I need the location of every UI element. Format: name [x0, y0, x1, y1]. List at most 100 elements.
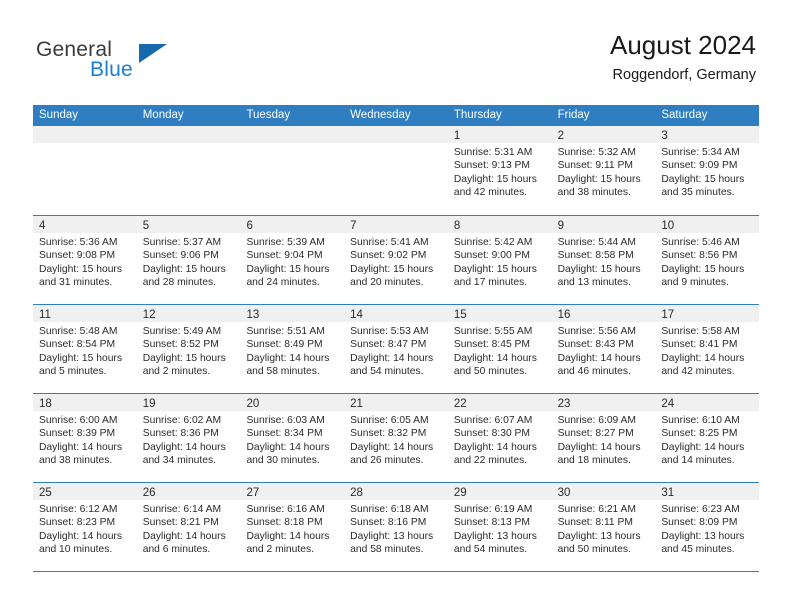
day-cell-empty — [344, 126, 448, 215]
daylight-minutes: and 9 minutes. — [661, 277, 729, 289]
day-number: 16 — [557, 309, 571, 321]
day-number-bar — [344, 126, 448, 143]
day-cell-13[interactable]: 13 Sunrise: 5:51 AM Sunset: 8:49 PM Dayligh… — [240, 305, 345, 393]
day-number-bar: 24 — [655, 394, 760, 411]
sunrise-time: Sunrise: 6:05 AM — [350, 415, 429, 426]
sunrise-time: Sunrise: 6:14 AM — [142, 504, 222, 515]
day-cell-10[interactable]: 10 Sunrise: 5:46 AM Sunset: 8:56 PM Dayligh… — [655, 216, 760, 304]
day-sun-info: Sunrise: 6:16 AM Sunset: 8:18 PM Daylight:… — [240, 500, 344, 557]
day-number-bar: 23 — [551, 394, 656, 411]
day-cell-12[interactable]: 12 Sunrise: 5:49 AM Sunset: 8:52 PM Dayligh… — [136, 305, 241, 393]
day-number: 8 — [453, 220, 461, 232]
day-number-bar — [33, 126, 137, 143]
sunset-time: Sunset: 9:11 PM — [557, 160, 633, 172]
general-blue-logo[interactable]: General Blue — [36, 38, 216, 86]
day-sun-info: Sunrise: 5:51 AM Sunset: 8:49 PM Daylight:… — [240, 322, 344, 379]
day-sun-info: Sunrise: 5:49 AM Sunset: 8:52 PM Daylight:… — [137, 322, 241, 379]
day-cell-27[interactable]: 27 Sunrise: 6:16 AM Sunset: 8:18 PM Dayligh… — [240, 483, 345, 571]
daylight-hours: Daylight: 14 hours — [39, 530, 122, 542]
sunrise-time: Sunrise: 5:32 AM — [557, 147, 637, 158]
day-cell-24[interactable]: 24 Sunrise: 6:10 AM Sunset: 8:25 PM Dayligh… — [655, 394, 760, 482]
day-sun-info: Sunrise: 6:23 AM Sunset: 8:09 PM Daylight:… — [655, 500, 759, 557]
day-cell-23[interactable]: 23 Sunrise: 6:09 AM Sunset: 8:27 PM Dayligh… — [551, 394, 656, 482]
day-number: 14 — [350, 309, 363, 321]
sunrise-time: Sunrise: 6:16 AM — [246, 504, 325, 515]
daylight-minutes: and 13 minutes. — [557, 277, 631, 289]
daylight-minutes: and 10 minutes. — [39, 544, 113, 556]
calendar-week-row: 4 Sunrise: 5:36 AM Sunset: 9:08 PM Daylight… — [33, 215, 760, 304]
day-cell-7[interactable]: 7 Sunrise: 5:41 AM Sunset: 9:02 PM Daylight… — [344, 216, 448, 304]
day-cell-empty — [240, 126, 345, 215]
daylight-minutes: and 28 minutes. — [142, 277, 216, 289]
day-cell-21[interactable]: 21 Sunrise: 6:05 AM Sunset: 8:32 PM Dayligh… — [344, 394, 448, 482]
day-cell-16[interactable]: 16 Sunrise: 5:56 AM Sunset: 8:43 PM Dayligh… — [551, 305, 656, 393]
sunrise-time: Sunrise: 5:48 AM — [39, 326, 118, 337]
day-number: 20 — [246, 398, 260, 410]
sunrise-time: Sunrise: 5:51 AM — [246, 326, 325, 337]
day-cell-28[interactable]: 28 Sunrise: 6:18 AM Sunset: 8:16 PM Dayligh… — [344, 483, 448, 571]
day-number-bar: 20 — [240, 394, 345, 411]
daylight-hours: Daylight: 14 hours — [557, 441, 641, 453]
day-cell-30[interactable]: 30 Sunrise: 6:21 AM Sunset: 8:11 PM Dayligh… — [551, 483, 656, 571]
day-cell-15[interactable]: 15 Sunrise: 5:55 AM Sunset: 8:45 PM Dayligh… — [447, 305, 552, 393]
weekday-header-thursday: Thursday — [453, 109, 502, 121]
sunrise-time: Sunrise: 5:37 AM — [142, 237, 222, 248]
daylight-minutes: and 38 minutes. — [39, 455, 113, 467]
daylight-hours: Daylight: 15 hours — [453, 263, 537, 275]
day-sun-info: Sunrise: 5:34 AM Sunset: 9:09 PM Daylight:… — [655, 143, 759, 200]
daylight-minutes: and 54 minutes. — [350, 366, 424, 378]
sunrise-time: Sunrise: 5:49 AM — [142, 326, 222, 337]
daylight-minutes: and 26 minutes. — [350, 455, 424, 467]
day-cell-6[interactable]: 6 Sunrise: 5:39 AM Sunset: 9:04 PM Daylight… — [240, 216, 345, 304]
day-cell-29[interactable]: 29 Sunrise: 6:19 AM Sunset: 8:13 PM Dayligh… — [447, 483, 552, 571]
day-number-bar: 12 — [136, 305, 241, 322]
sunrise-time: Sunrise: 6:07 AM — [453, 415, 533, 426]
day-number: 23 — [557, 398, 571, 410]
sunset-time: Sunset: 9:02 PM — [350, 250, 427, 262]
day-cell-20[interactable]: 20 Sunrise: 6:03 AM Sunset: 8:34 PM Dayligh… — [240, 394, 345, 482]
day-number: 26 — [142, 487, 156, 499]
daylight-hours: Daylight: 15 hours — [142, 352, 226, 364]
sunset-time: Sunset: 8:56 PM — [661, 250, 738, 262]
day-cell-3[interactable]: 3 Sunrise: 5:34 AM Sunset: 9:09 PM Daylight… — [655, 126, 760, 215]
day-cell-8[interactable]: 8 Sunrise: 5:42 AM Sunset: 9:00 PM Daylight… — [447, 216, 552, 304]
day-number: 31 — [661, 487, 675, 499]
day-cell-14[interactable]: 14 Sunrise: 5:53 AM Sunset: 8:47 PM Dayligh… — [344, 305, 448, 393]
day-cell-11[interactable]: 11 Sunrise: 5:48 AM Sunset: 8:54 PM Dayligh… — [33, 305, 137, 393]
day-number-bar: 1 — [447, 126, 552, 143]
day-sun-info: Sunrise: 5:32 AM Sunset: 9:11 PM Daylight:… — [552, 143, 656, 200]
day-cell-22[interactable]: 22 Sunrise: 6:07 AM Sunset: 8:30 PM Dayligh… — [447, 394, 552, 482]
day-number-bar: 14 — [344, 305, 448, 322]
day-cell-31[interactable]: 31 Sunrise: 6:23 AM Sunset: 8:09 PM Dayligh… — [655, 483, 760, 571]
day-sun-info — [240, 143, 344, 146]
day-cell-4[interactable]: 4 Sunrise: 5:36 AM Sunset: 9:08 PM Daylight… — [33, 216, 137, 304]
daylight-hours: Daylight: 14 hours — [557, 352, 641, 364]
day-cell-26[interactable]: 26 Sunrise: 6:14 AM Sunset: 8:21 PM Dayligh… — [136, 483, 241, 571]
day-cell-9[interactable]: 9 Sunrise: 5:44 AM Sunset: 8:58 PM Daylight… — [551, 216, 656, 304]
day-number-bar: 27 — [240, 483, 345, 500]
daylight-minutes: and 35 minutes. — [661, 187, 735, 199]
day-number: 12 — [142, 309, 156, 321]
day-cell-5[interactable]: 5 Sunrise: 5:37 AM Sunset: 9:06 PM Daylight… — [136, 216, 241, 304]
day-number-bar: 4 — [33, 216, 137, 233]
day-number: 5 — [142, 220, 150, 232]
daylight-hours: Daylight: 14 hours — [453, 352, 537, 364]
day-number: 15 — [453, 309, 467, 321]
day-cell-2[interactable]: 2 Sunrise: 5:32 AM Sunset: 9:11 PM Daylight… — [551, 126, 656, 215]
day-number-bar: 26 — [136, 483, 241, 500]
day-cell-19[interactable]: 19 Sunrise: 6:02 AM Sunset: 8:36 PM Dayligh… — [136, 394, 241, 482]
logo-triangle-icon — [139, 44, 167, 63]
calendar-week-row: 1 Sunrise: 5:31 AM Sunset: 9:13 PM Daylight… — [33, 126, 760, 215]
day-number: 3 — [661, 130, 668, 142]
day-cell-18[interactable]: 18 Sunrise: 6:00 AM Sunset: 8:39 PM Dayligh… — [33, 394, 137, 482]
day-cell-17[interactable]: 17 Sunrise: 5:58 AM Sunset: 8:41 PM Dayligh… — [655, 305, 760, 393]
day-number-bar: 7 — [344, 216, 448, 233]
day-number-bar: 16 — [551, 305, 656, 322]
daylight-minutes: and 30 minutes. — [246, 455, 320, 467]
day-sun-info: Sunrise: 5:42 AM Sunset: 9:00 PM Daylight:… — [448, 233, 552, 290]
day-cell-1[interactable]: 1 Sunrise: 5:31 AM Sunset: 9:13 PM Daylight… — [447, 126, 552, 215]
daylight-minutes: and 22 minutes. — [453, 455, 528, 467]
weekday-header-saturday: Saturday — [661, 109, 708, 121]
day-cell-25[interactable]: 25 Sunrise: 6:12 AM Sunset: 8:23 PM Dayligh… — [33, 483, 137, 571]
day-number: 2 — [557, 130, 564, 142]
